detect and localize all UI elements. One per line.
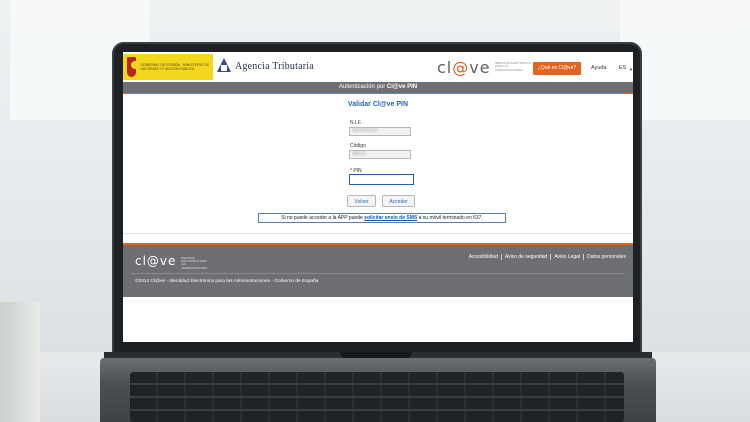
site-header: GOBIERNO DE ESPAÑA · MINISTERIO DE HACIE…: [123, 52, 633, 82]
title-prefix: Autenticación por: [338, 84, 387, 90]
chevron-down-icon[interactable]: ▼: [629, 67, 633, 72]
form-title: Validar Cl@ve PIN: [347, 101, 409, 108]
nif-label: N.I.F.: [350, 120, 362, 126]
volver-button[interactable]: Volver: [347, 195, 376, 207]
ayuda-link[interactable]: Ayuda: [591, 65, 607, 71]
pin-field[interactable]: [349, 174, 414, 185]
gobierno-logo[interactable]: GOBIERNO DE ESPAÑA · MINISTERIO DE HACIE…: [123, 54, 213, 80]
gobierno-logo-text: GOBIERNO DE ESPAÑA · MINISTERIO DE HACIE…: [140, 63, 210, 71]
footer-copyright: ©2014 Cl@ve - Identidad Electrónica para…: [135, 279, 319, 284]
laptop-notch: [340, 352, 412, 358]
sms-text-before: Si no puede acceder a la APP puede: [281, 215, 365, 221]
clave-logo-at: @: [452, 58, 470, 77]
aeat-mark-icon: [217, 58, 231, 74]
footer-clave-logo: cl@ve: [135, 254, 177, 268]
footer-clave-subtitle: IDENTIDAD ELECTRÓNICA PARA LAS ADMINISTR…: [181, 257, 207, 270]
site-footer: cl@ve IDENTIDAD ELECTRÓNICA PARA LAS ADM…: [123, 245, 633, 297]
coat-of-arms-icon: [127, 57, 140, 77]
codigo-field[interactable]: [349, 150, 411, 159]
laptop-keyboard: [130, 372, 624, 422]
acceder-button[interactable]: Acceder: [382, 195, 415, 207]
codigo-label: Código: [350, 143, 366, 149]
language-selector[interactable]: ES: [619, 65, 626, 71]
clave-subtitle: IDENTIDAD ELECTRÓNICA PARA LAS ADMINISTR…: [495, 61, 531, 72]
que-es-clave-button[interactable]: ¿Qué es Cl@ve?: [533, 62, 581, 75]
datos-personales-link[interactable]: Datos personales: [583, 254, 629, 260]
laptop-screen: GOBIERNO DE ESPAÑA · MINISTERIO DE HACIE…: [123, 52, 633, 342]
clave-logo-part: cl: [437, 58, 453, 77]
nif-field[interactable]: [349, 127, 411, 136]
sms-text-after: a su móvil terminado en 637.: [417, 215, 483, 221]
aviso-legal-link[interactable]: Aviso Legal: [550, 254, 583, 260]
clave-logo: cl@ve: [437, 58, 491, 77]
footer-divider: [131, 273, 625, 274]
clave-logo-part: ve: [469, 58, 491, 77]
accesibilidad-link[interactable]: Accesibilidad: [466, 254, 501, 260]
footer-links: Accesibilidad Aviso de seguridad Aviso L…: [466, 254, 629, 260]
aviso-seguridad-link[interactable]: Aviso de seguridad: [500, 254, 550, 260]
content-separator: [123, 233, 633, 234]
sms-notice: Si no puede acceder a la APP puede solic…: [258, 213, 506, 223]
background-plant: [0, 302, 40, 422]
title-strong: Cl@ve PIN: [386, 84, 418, 90]
solicitar-sms-link[interactable]: solicitar envío de SMS: [364, 215, 417, 221]
agencia-tributaria-name: Agencia Tributaria: [235, 60, 314, 72]
agencia-tributaria-logo[interactable]: Agencia Tributaria: [217, 58, 314, 74]
page-title-bar: Autenticación por Cl@ve PIN: [123, 82, 633, 93]
accent-divider: [123, 93, 633, 94]
